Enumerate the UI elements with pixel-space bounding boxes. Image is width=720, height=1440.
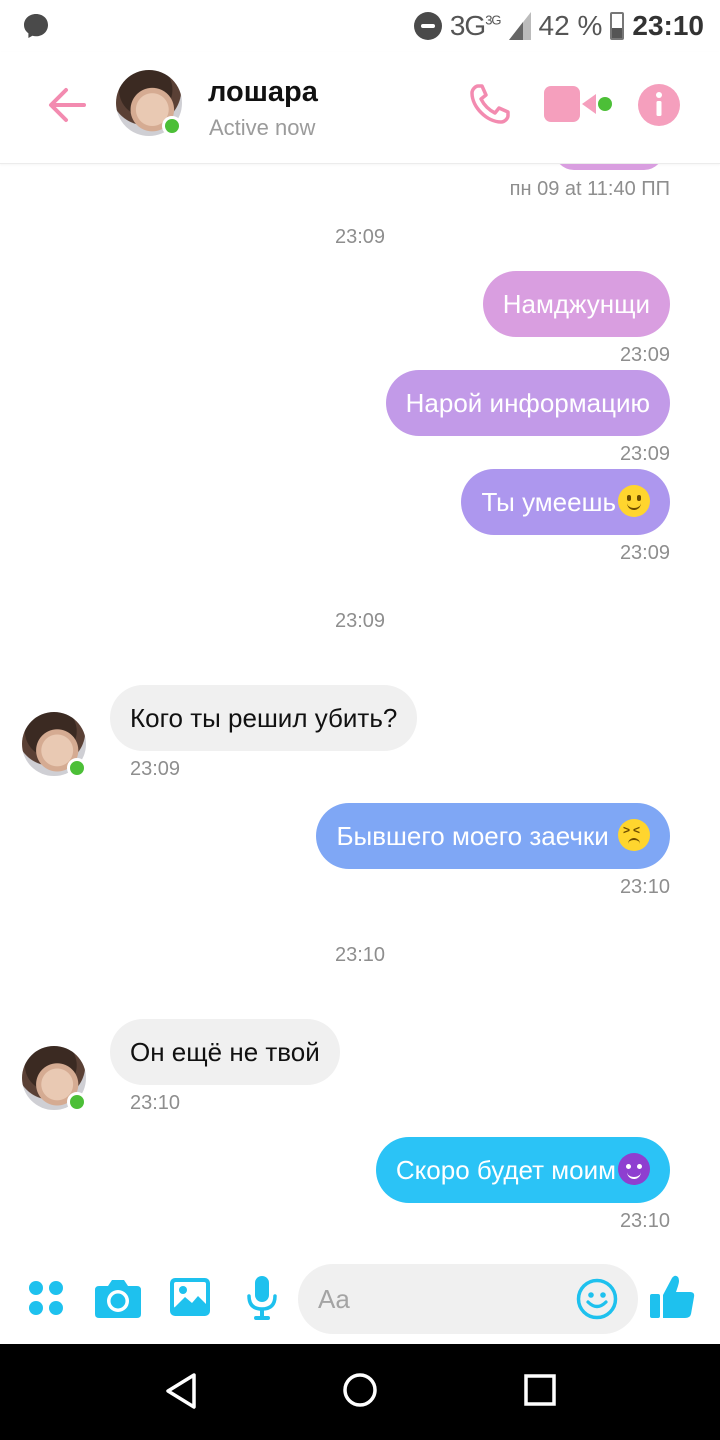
- message-input-container[interactable]: [298, 1264, 638, 1334]
- message-text: Бывшего моего заечки: [336, 821, 616, 851]
- online-indicator: [162, 116, 182, 136]
- tired-face-icon: [618, 819, 650, 851]
- previous-message-bubble: [554, 164, 664, 170]
- camera-icon[interactable]: [95, 1278, 141, 1318]
- gallery-image-icon[interactable]: [170, 1278, 210, 1316]
- slightly-smiling-face-icon: [618, 485, 650, 517]
- outgoing-message-bubble[interactable]: Нарой информацию: [385, 370, 670, 436]
- do-not-disturb-icon: [413, 12, 442, 40]
- message-text: Скоро будет моим: [395, 1155, 616, 1185]
- message-text: Он ещё не твой: [130, 1037, 320, 1067]
- message-timestamp: 23:10: [619, 1210, 670, 1232]
- message-text: Намджунщи: [502, 289, 650, 319]
- network-indicator: 3G3G: [449, 10, 502, 42]
- back-arrow-icon[interactable]: [44, 82, 90, 128]
- outgoing-message-bubble[interactable]: Намджунщи: [482, 271, 670, 337]
- status-time: 23:10: [632, 10, 704, 41]
- incoming-message-bubble[interactable]: Кого ты решил убить?: [110, 685, 418, 751]
- message-list[interactable]: пн 09 at 11:40 ПП 23:09 Намджунщи 23:09 …: [0, 164, 720, 1256]
- emoji-picker-icon[interactable]: [576, 1278, 618, 1320]
- signal-icon: [508, 12, 531, 40]
- status-bar-right: 3G3G 42 % 23:10: [413, 6, 704, 46]
- message-timestamp: 23:10: [619, 876, 670, 898]
- message-text: Ты умеешь: [481, 487, 616, 517]
- message-timestamp: 23:09: [130, 758, 181, 780]
- time-separator: 23:09: [334, 226, 386, 248]
- outgoing-message-bubble[interactable]: Ты умеешь: [461, 469, 670, 535]
- message-timestamp: 23:10: [130, 1092, 181, 1114]
- microphone-icon[interactable]: [246, 1276, 278, 1320]
- conversation-header: лошара Active now: [0, 52, 720, 164]
- nav-home-icon[interactable]: [342, 1372, 378, 1408]
- message-timestamp: пн 09 at 11:40 ПП: [509, 178, 670, 200]
- battery-icon: [610, 12, 625, 40]
- network-label: 3G: [449, 10, 486, 41]
- more-apps-icon[interactable]: [28, 1280, 64, 1316]
- thumbs-up-like-icon[interactable]: [650, 1274, 696, 1320]
- contact-status: Active now: [209, 115, 316, 140]
- message-composer: [0, 1256, 720, 1344]
- android-navigation-bar: [0, 1344, 720, 1440]
- outgoing-message-bubble[interactable]: Скоро будет моим: [375, 1137, 670, 1203]
- contact-name[interactable]: лошара: [208, 76, 318, 109]
- network-sup: 3G: [485, 12, 501, 28]
- time-separator: 23:09: [334, 610, 386, 632]
- nav-recents-icon[interactable]: [524, 1374, 556, 1406]
- online-indicator: [67, 1092, 87, 1112]
- smiling-face-with-horns-icon: [618, 1153, 650, 1185]
- message-timestamp: 23:09: [619, 443, 670, 465]
- status-bar: 3G3G 42 % 23:10: [0, 0, 720, 52]
- message-timestamp: 23:09: [619, 542, 670, 564]
- time-separator: 23:10: [334, 944, 386, 966]
- message-text: Нарой информацию: [405, 388, 650, 418]
- message-input[interactable]: [318, 1264, 558, 1334]
- message-timestamp: 23:09: [619, 344, 670, 366]
- incoming-message-bubble[interactable]: Он ещё не твой: [110, 1019, 340, 1085]
- video-call-icon[interactable]: [544, 86, 614, 122]
- outgoing-message-bubble[interactable]: Бывшего моего заечки: [316, 803, 670, 869]
- nav-back-icon[interactable]: [164, 1372, 198, 1410]
- messenger-notification-icon: [24, 14, 48, 38]
- battery-percent: 42 %: [538, 10, 603, 41]
- message-text: Кого ты решил убить?: [130, 703, 398, 733]
- info-icon[interactable]: [638, 84, 680, 126]
- online-indicator: [67, 758, 87, 778]
- phone-call-icon[interactable]: [468, 82, 512, 126]
